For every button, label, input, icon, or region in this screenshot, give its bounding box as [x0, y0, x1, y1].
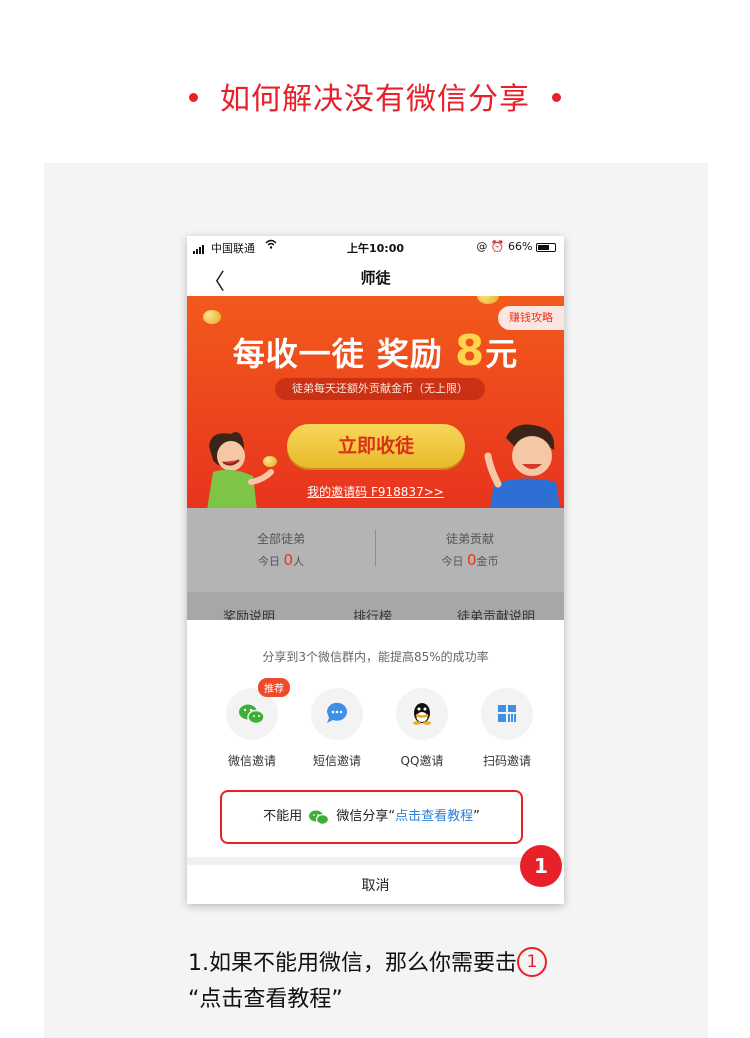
recruit-now-button[interactable]: 立即收徒	[287, 424, 465, 468]
stat-number: 0	[283, 551, 294, 569]
bullet-dot-left	[189, 93, 198, 102]
caption-line-1: 1.如果不能用微信，那么你需要击	[188, 951, 517, 976]
stat-number: 0	[466, 551, 477, 569]
recommend-badge: 推荐	[258, 678, 290, 697]
nav-title: 师徒	[360, 269, 391, 287]
view-tutorial-link[interactable]: 点击查看教程	[395, 809, 473, 824]
fallback-suffix: ”	[473, 809, 480, 824]
promo-banner: 赚钱攻略 每收一徒 奖励 8元 徒弟每天还额外贡献金币（无上限） 立即收徒 我的…	[187, 296, 564, 508]
phone-screenshot: 中国联通 上午10:00 @ ⏰ 66% 〈 师徒 赚钱攻略 每收一徒 奖励 8…	[187, 236, 564, 904]
share-option-circle	[311, 688, 363, 740]
stat-prefix: 今日	[257, 555, 284, 568]
coin-decoration	[477, 296, 499, 304]
status-right: @ ⏰ 66%	[476, 240, 556, 253]
share-option-label: QQ邀请	[400, 754, 444, 768]
share-option-sms[interactable]: 短信邀请	[297, 688, 377, 769]
headline-text: 每收一徒 奖励	[232, 335, 456, 373]
coin-decoration	[203, 310, 221, 324]
bonus-subline: 徒弟每天还额外贡献金币（无上限）	[275, 378, 485, 400]
battery-percent: 66%	[508, 240, 533, 253]
caption-line-2: “点击查看教程”	[188, 987, 343, 1012]
headline-unit: 元	[485, 335, 519, 373]
share-option-circle: 推荐	[226, 678, 290, 740]
share-option-label: 微信邀请	[227, 754, 276, 768]
tab-reward-info[interactable]: 奖励说明	[223, 606, 275, 620]
stat-label: 全部徒弟	[256, 532, 305, 546]
battery-icon	[536, 242, 556, 252]
lock-rotation-icon: @	[476, 240, 488, 253]
qrcode-icon	[498, 705, 516, 722]
page-heading: 如何解决没有微信分享	[0, 74, 750, 118]
tab-leaderboard[interactable]: 排行榜	[353, 606, 392, 620]
stat-prefix: 今日	[441, 555, 467, 568]
fallback-prefix: 不能用	[263, 809, 303, 824]
step-ring-icon: 1	[517, 947, 547, 977]
share-option-circle	[481, 688, 533, 740]
status-bar: 中国联通 上午10:00 @ ⏰ 66%	[187, 236, 564, 258]
no-wechat-tutorial-box[interactable]: 不能用 微信分享“点击查看教程”	[220, 790, 523, 844]
page-heading-text: 如何解决没有微信分享	[220, 82, 530, 117]
stat-value: 今日 0金币	[441, 551, 499, 569]
share-option-label: 扫码邀请	[482, 754, 531, 768]
share-option-qq[interactable]: QQ邀请	[382, 688, 462, 769]
share-option-circle	[396, 688, 448, 740]
qq-icon	[413, 703, 431, 725]
tab-contribution-info[interactable]: 徒弟贡献说明	[457, 606, 535, 620]
bullet-dot-right	[552, 93, 561, 102]
nav-bar: 〈 师徒	[187, 258, 564, 296]
wechat-small-icon	[309, 810, 330, 825]
share-sheet: 分享到3个微信群内，能提高85%的成功率 推荐 微信邀请 短信邀请 QQ邀请 扫…	[187, 620, 564, 904]
boy-right-illustration	[484, 424, 560, 508]
cancel-button[interactable]: 取消	[187, 875, 564, 895]
alarm-icon: ⏰	[490, 240, 505, 253]
reward-amount: 8	[455, 326, 486, 375]
stat-unit: 金币	[476, 555, 499, 568]
share-hint: 分享到3个微信群内，能提高85%的成功率	[262, 650, 489, 664]
apprentice-contribution-stat: 徒弟贡献 今日 0金币	[376, 530, 564, 569]
dimmed-content: 全部徒弟 今日 0人 徒弟贡献 今日 0金币 奖励说明 排行榜 徒弟贡献说明	[187, 508, 564, 620]
share-option-qrcode[interactable]: 扫码邀请	[467, 688, 547, 769]
share-option-wechat[interactable]: 推荐 微信邀请	[212, 678, 292, 769]
total-apprentices-stat: 全部徒弟 今日 0人	[187, 530, 375, 569]
share-option-label: 短信邀请	[312, 754, 361, 768]
instruction-caption: 1.如果不能用微信，那么你需要击 1 “点击查看教程”	[188, 946, 608, 1018]
sms-icon	[326, 702, 347, 723]
stat-label: 徒弟贡献	[445, 532, 494, 546]
tab-strip: 奖励说明 排行榜 徒弟贡献说明	[187, 592, 564, 620]
step-marker: 1	[520, 845, 562, 887]
fallback-text: 微信分享“	[336, 809, 396, 824]
stat-value: 今日 0人	[257, 551, 305, 569]
stat-unit: 人	[293, 555, 305, 568]
cancel-area: 取消	[187, 857, 564, 904]
reward-headline: 每收一徒 奖励 8元	[187, 326, 564, 375]
